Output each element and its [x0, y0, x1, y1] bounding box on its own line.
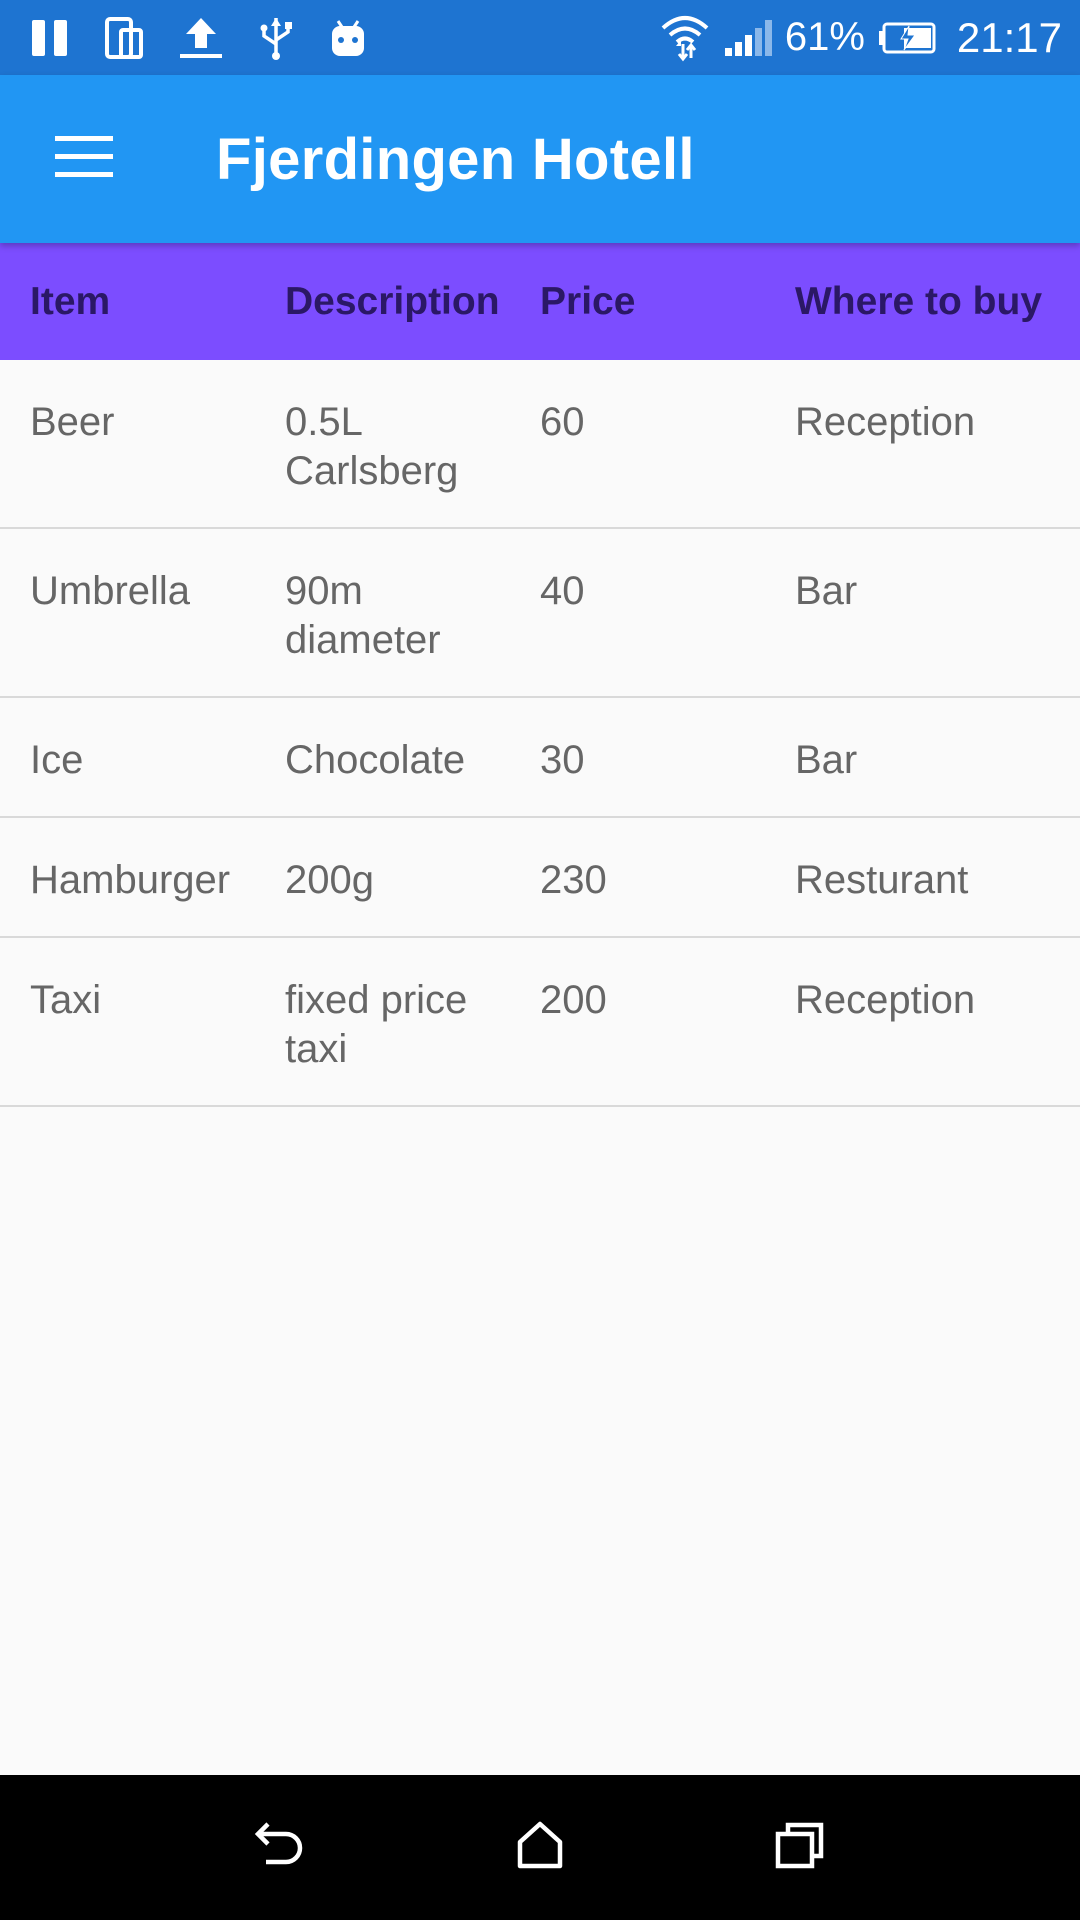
- battery-percent: 61%: [784, 15, 865, 59]
- table-row[interactable]: Beer 0.5L Carlsberg 60 Reception: [0, 360, 1080, 529]
- cell-price: 230: [540, 858, 607, 902]
- cell-item: Ice: [30, 738, 84, 782]
- cell-price: 40: [540, 569, 585, 613]
- table-row[interactable]: Umbrella 90m diameter 40 Bar: [0, 529, 1080, 698]
- cell-item: Umbrella: [30, 569, 191, 613]
- cell-price: 60: [540, 400, 585, 444]
- home-button[interactable]: [490, 1798, 590, 1898]
- table-header: Item Description Price Where to buy: [0, 243, 1080, 360]
- page-title: Fjerdingen Hotell: [216, 126, 695, 192]
- cell-description: 0.5L Carlsberg: [285, 400, 459, 493]
- cell-where-to-buy: Bar: [795, 738, 858, 782]
- upload-icon: [178, 16, 224, 60]
- table-row[interactable]: Taxi fixed price taxi 200 Reception: [0, 938, 1080, 1107]
- cell-where-to-buy: Reception: [795, 978, 976, 1022]
- table-row[interactable]: Hamburger 200g 230 Resturant: [0, 818, 1080, 938]
- column-header-description: Description: [285, 279, 500, 323]
- navigation-bar: [0, 1775, 1080, 1920]
- column-header-item: Item: [30, 279, 111, 323]
- cell-where-to-buy: Bar: [795, 569, 858, 613]
- recents-icon: [774, 1820, 826, 1875]
- cell-description: fixed price taxi: [285, 978, 468, 1071]
- device-rotate-icon: [104, 16, 144, 60]
- back-button[interactable]: [230, 1798, 330, 1898]
- status-bar-right: 61% 21:17: [647, 14, 1062, 62]
- cell-price: 30: [540, 738, 585, 782]
- price-table: Item Description Price Where to buy Beer…: [0, 243, 1080, 1107]
- recents-button[interactable]: [750, 1798, 850, 1898]
- android-icon: [328, 18, 368, 58]
- clock: 21:17: [956, 13, 1062, 61]
- hamburger-menu-icon: [55, 135, 113, 183]
- cell-item: Beer: [30, 400, 115, 444]
- signal-icon: [723, 18, 773, 58]
- wifi-icon: [659, 14, 711, 62]
- status-bar: 61% 21:17: [0, 0, 1080, 75]
- cell-price: 200: [540, 978, 607, 1022]
- cell-description: Chocolate: [285, 738, 466, 782]
- app-bar: Fjerdingen Hotell: [0, 75, 1080, 243]
- cell-where-to-buy: Reception: [795, 400, 976, 444]
- cell-item: Taxi: [30, 978, 102, 1022]
- back-icon: [252, 1820, 308, 1875]
- column-header-price: Price: [540, 279, 636, 323]
- column-header-where-to-buy: Where to buy: [795, 279, 1043, 323]
- table-row[interactable]: Ice Chocolate 30 Bar: [0, 698, 1080, 818]
- home-icon: [515, 1820, 565, 1875]
- pause-icon: [30, 18, 70, 58]
- cell-where-to-buy: Resturant: [795, 858, 969, 902]
- battery-charging-icon: [877, 21, 937, 55]
- cell-item: Hamburger: [30, 858, 231, 902]
- cell-description: 200g: [285, 858, 374, 902]
- cell-description: 90m diameter: [285, 569, 441, 662]
- status-bar-left: [30, 16, 402, 60]
- menu-button[interactable]: [0, 75, 168, 243]
- usb-icon: [258, 16, 294, 60]
